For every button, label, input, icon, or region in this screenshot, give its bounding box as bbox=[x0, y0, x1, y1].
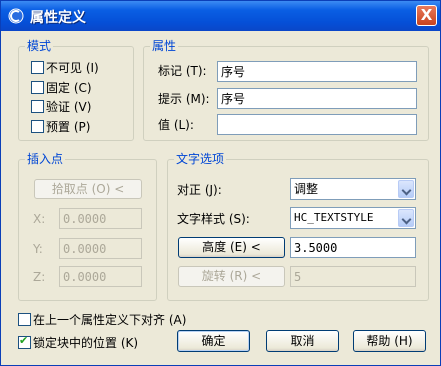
constant-label[interactable]: 固定 (C) bbox=[46, 81, 92, 95]
attribute-definition-dialog: 属性定义 X 模式 不可见 (I) 固定 (C) 验证 (V) 预置 (P) 属… bbox=[0, 0, 441, 366]
verify-checkbox[interactable] bbox=[31, 100, 44, 113]
text-style-value: HC_TEXTSTYLE bbox=[294, 211, 374, 224]
z-input[interactable]: 0.0000 bbox=[59, 266, 142, 287]
dialog-title: 属性定义 bbox=[30, 10, 86, 26]
app-icon bbox=[8, 8, 24, 24]
height-input[interactable]: 3.5000 bbox=[290, 237, 416, 258]
lock-position-label[interactable]: 锁定块中的位置 (K) bbox=[33, 336, 138, 350]
text-style-select[interactable]: HC_TEXTSTYLE bbox=[290, 207, 416, 229]
justify-select[interactable]: 调整 bbox=[290, 178, 416, 200]
pick-point-button[interactable]: 拾取点 (O) < bbox=[34, 179, 142, 199]
chevron-down-icon[interactable] bbox=[398, 209, 414, 227]
value-input[interactable] bbox=[217, 114, 417, 135]
align-below-checkbox[interactable] bbox=[18, 313, 31, 326]
value-label: 值 (L): bbox=[158, 118, 194, 132]
rotation-input[interactable]: 5 bbox=[290, 266, 416, 287]
ok-button[interactable]: 确定 bbox=[177, 330, 250, 352]
invisible-label[interactable]: 不可见 (I) bbox=[46, 61, 99, 75]
tag-label: 标记 (T): bbox=[158, 64, 207, 78]
verify-label[interactable]: 验证 (V) bbox=[46, 100, 91, 114]
justify-label: 对正 (J): bbox=[177, 183, 222, 197]
invisible-checkbox[interactable] bbox=[31, 61, 44, 74]
x-label: X: bbox=[33, 212, 46, 226]
preset-checkbox[interactable] bbox=[31, 120, 44, 133]
justify-value: 调整 bbox=[294, 182, 319, 196]
help-button[interactable]: 帮助 (H) bbox=[353, 330, 426, 352]
chevron-down-icon[interactable] bbox=[398, 180, 414, 198]
insert-point-legend: 插入点 bbox=[25, 152, 66, 166]
x-input[interactable]: 0.0000 bbox=[59, 208, 142, 229]
tag-input[interactable]: 序号 bbox=[217, 61, 417, 82]
close-button[interactable]: X bbox=[416, 5, 437, 26]
cancel-button[interactable]: 取消 bbox=[266, 330, 339, 352]
text-style-label: 文字样式 (S): bbox=[177, 212, 250, 226]
align-below-label[interactable]: 在上一个属性定义下对齐 (A) bbox=[33, 313, 186, 327]
z-label: Z: bbox=[33, 270, 46, 284]
prompt-input[interactable]: 序号 bbox=[217, 88, 417, 109]
prompt-label: 提示 (M): bbox=[158, 92, 210, 106]
y-label: Y: bbox=[33, 242, 43, 256]
close-icon: X bbox=[420, 6, 433, 24]
constant-checkbox[interactable] bbox=[31, 81, 44, 94]
title-bar[interactable]: 属性定义 X bbox=[1, 1, 440, 31]
height-button[interactable]: 高度 (E) < bbox=[178, 237, 285, 258]
y-input[interactable]: 0.0000 bbox=[59, 238, 142, 259]
text-options-legend: 文字选项 bbox=[174, 152, 227, 166]
attribute-legend: 属性 bbox=[150, 39, 179, 53]
lock-position-checkbox[interactable] bbox=[18, 334, 31, 349]
mode-legend: 模式 bbox=[25, 39, 54, 53]
rotate-button[interactable]: 旋转 (R) < bbox=[178, 266, 285, 287]
preset-label[interactable]: 预置 (P) bbox=[46, 120, 90, 134]
